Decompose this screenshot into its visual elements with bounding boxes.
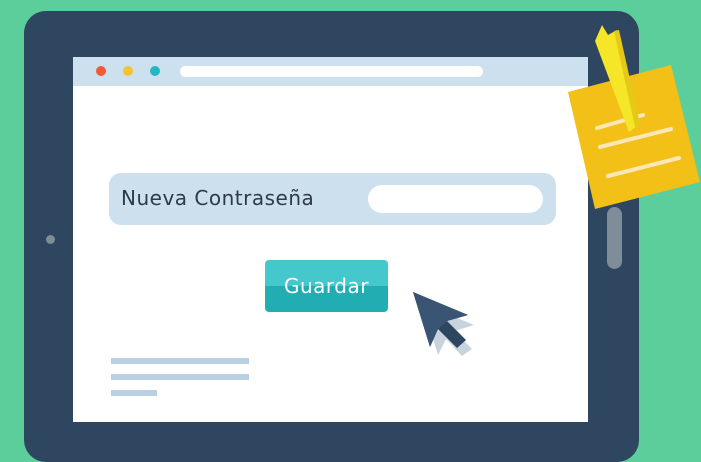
maximize-window-dot[interactable] [150,66,160,76]
placeholder-text-line [111,358,249,364]
sticky-note-icon [568,25,700,209]
placeholder-text-line [111,390,157,396]
new-password-field[interactable] [368,185,543,213]
address-bar[interactable] [180,66,483,77]
browser-toolbar [73,57,588,86]
mouse-pointer-icon [413,292,474,356]
tablet-camera-dot [46,235,55,244]
new-password-row: Nueva Contraseña [109,173,556,225]
new-password-label: Nueva Contraseña [121,186,315,210]
browser-window: Nueva Contraseña Guardar [73,57,588,422]
save-button[interactable]: Guardar [265,260,388,312]
placeholder-text-line [111,374,249,380]
minimize-window-dot[interactable] [123,66,133,76]
close-window-dot[interactable] [96,66,106,76]
